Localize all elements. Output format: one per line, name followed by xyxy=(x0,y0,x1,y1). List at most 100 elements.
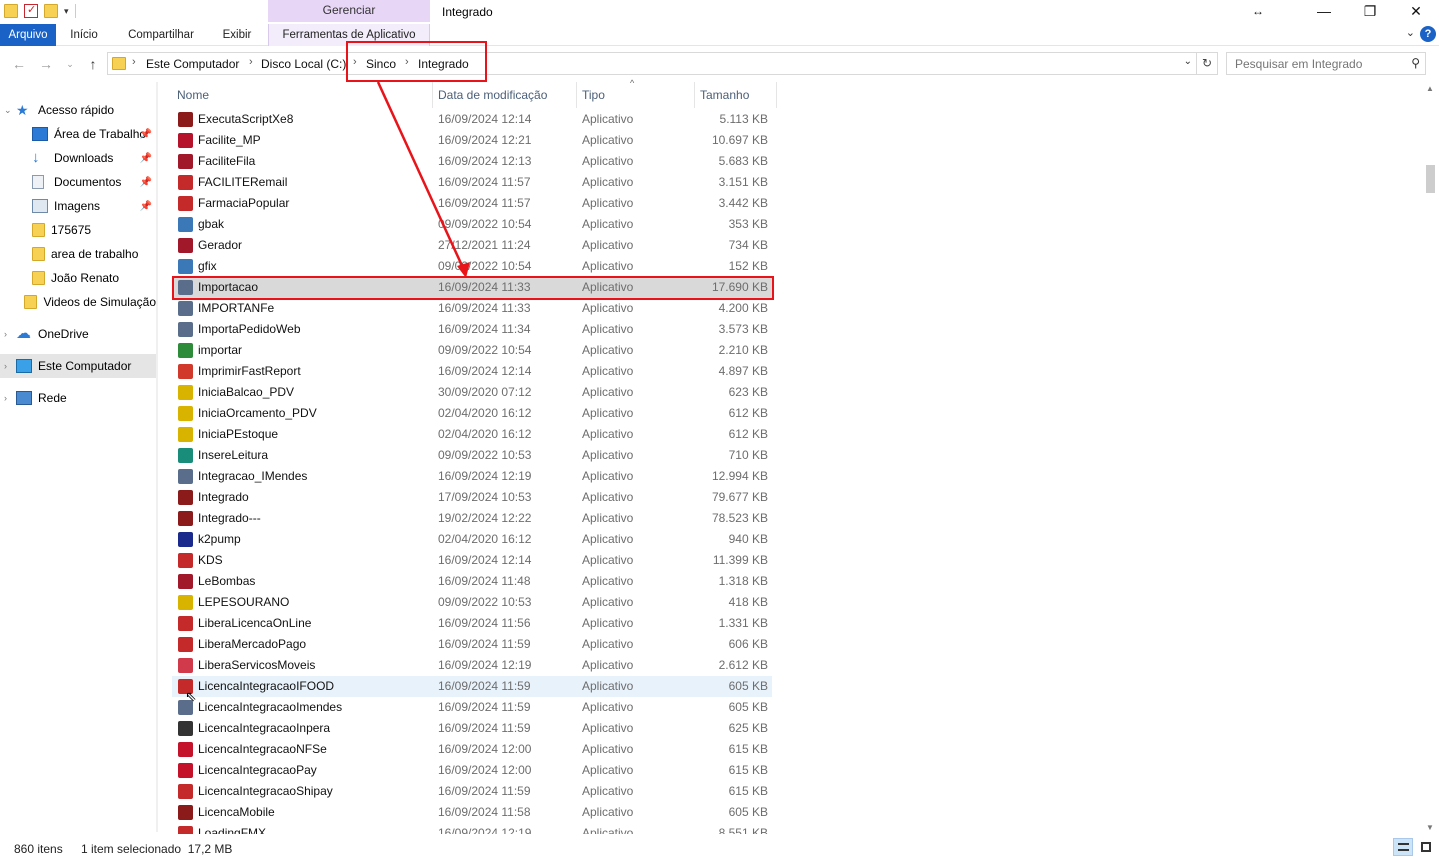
nav-item-imagens[interactable]: Imagens 📌 xyxy=(0,194,156,218)
tab-exibir[interactable]: Exibir xyxy=(214,24,260,46)
file-row[interactable]: KDS 16/09/2024 12:14 Aplicativo 11.399 KB xyxy=(172,550,772,571)
close-button[interactable]: ✕ xyxy=(1393,0,1439,24)
large-icons-view-button[interactable] xyxy=(1416,838,1436,856)
file-row[interactable]: FaciliteFila 16/09/2024 12:13 Aplicativo 5.… xyxy=(172,151,772,172)
file-row[interactable]: InsereLeitura 09/09/2022 10:53 Aplicativo 7… xyxy=(172,445,772,466)
nav-item-este-computador[interactable]: › Este Computador xyxy=(0,354,156,378)
new-folder-icon[interactable] xyxy=(44,4,58,18)
help-icon[interactable]: ? xyxy=(1420,26,1436,42)
file-row[interactable]: IMPORTANFe 16/09/2024 11:33 Aplicativo 4.20… xyxy=(172,298,772,319)
expand-icon[interactable]: › xyxy=(4,361,16,371)
nav-item-documentos[interactable]: Documentos 📌 xyxy=(0,170,156,194)
back-button[interactable]: ← xyxy=(9,54,29,74)
scrollbar-thumb[interactable] xyxy=(1426,165,1435,193)
nav-item-videos-de-simulacao[interactable]: Videos de Simulação xyxy=(0,290,156,314)
nav-item-acesso-rapido[interactable]: ⌄ ★ Acesso rápido xyxy=(0,98,156,122)
file-row[interactable]: Importacao 16/09/2024 11:33 Aplicativo 17.6… xyxy=(172,277,772,298)
properties-icon[interactable]: ✓ xyxy=(24,4,38,18)
breadcrumb-este-computador[interactable]: Este Computador xyxy=(146,57,239,71)
minimize-button[interactable]: — xyxy=(1301,0,1347,24)
recent-locations-icon[interactable]: ⌄ xyxy=(60,54,80,74)
vertical-scrollbar[interactable]: ▲ ▼ xyxy=(1422,82,1439,834)
breadcrumb-integrado[interactable]: Integrado xyxy=(418,57,469,71)
file-row[interactable]: LiberaMercadoPago 16/09/2024 11:59 Aplicat… xyxy=(172,634,772,655)
nav-item-175675[interactable]: 175675 xyxy=(0,218,156,242)
expand-icon[interactable]: › xyxy=(4,329,16,339)
breadcrumb-disco-local[interactable]: Disco Local (C:) xyxy=(261,57,346,71)
nav-item-area-de-trabalho[interactable]: Área de Trabalho 📌 xyxy=(0,122,156,146)
pin-icon[interactable]: 📌 xyxy=(140,153,152,164)
column-header-name[interactable]: Nome xyxy=(172,82,433,108)
search-input[interactable] xyxy=(1235,53,1405,74)
tab-compartilhar[interactable]: Compartilhar xyxy=(118,24,204,46)
breadcrumb-separator: › xyxy=(132,56,136,68)
collapse-ribbon-icon[interactable]: ⌄ xyxy=(1406,26,1415,39)
file-row[interactable]: gfix 09/09/2022 10:54 Aplicativo 152 KB xyxy=(172,256,772,277)
status-bar: 860 itens 1 item selecionado 17,2 MB xyxy=(0,836,1439,860)
file-row[interactable]: LoadingFMX 16/09/2024 12:19 Aplicativo 8.55… xyxy=(172,823,772,834)
file-row[interactable]: LiberaLicencaOnLine 16/09/2024 11:56 Aplic… xyxy=(172,613,772,634)
file-name: LicencaIntegracaoIFOOD xyxy=(198,679,335,693)
file-row[interactable]: Facilite_MP 16/09/2024 12:21 Aplicativo 10.… xyxy=(172,130,772,151)
refresh-button[interactable]: ↻ xyxy=(1197,52,1218,75)
forward-button[interactable]: → xyxy=(36,54,56,74)
file-row[interactable]: Integrado 17/09/2024 10:53 Aplicativo 79.67… xyxy=(172,487,772,508)
search-box[interactable]: ⚲ xyxy=(1226,52,1426,75)
customize-toolbar-icon[interactable]: ▾ xyxy=(64,6,69,17)
maximize-button[interactable]: ❐ xyxy=(1347,0,1393,24)
file-row[interactable]: Integrado--- 19/02/2024 12:22 Aplicativo 78… xyxy=(172,508,772,529)
file-row[interactable]: IniciaBalcao_PDV 30/09/2020 07:12 Aplicati… xyxy=(172,382,772,403)
file-row[interactable]: LicencaIntegracaoImendes 16/09/2024 11:59… xyxy=(172,697,772,718)
file-row[interactable]: LicencaMobile 16/09/2024 11:58 Aplicativo 6… xyxy=(172,802,772,823)
quick-access-toolbar: ✓ ▾ xyxy=(4,4,76,18)
file-row[interactable]: IniciaPEstoque 02/04/2020 16:12 Aplicativo… xyxy=(172,424,772,445)
address-dropdown-icon[interactable]: ⌄ xyxy=(1184,56,1192,67)
nav-item-area-de-trabalho-folder[interactable]: area de trabalho xyxy=(0,242,156,266)
tab-ferramentas-de-aplicativo[interactable]: Ferramentas de Aplicativo xyxy=(268,24,430,46)
nav-scrollbar[interactable] xyxy=(156,82,158,832)
column-header-type[interactable]: Tipo xyxy=(577,82,695,108)
up-button[interactable]: ↑ xyxy=(83,54,103,74)
file-date: 16/09/2024 11:56 xyxy=(438,616,531,630)
file-row[interactable]: FarmaciaPopular 16/09/2024 11:57 Aplicativ… xyxy=(172,193,772,214)
file-row[interactable]: ImportaPedidoWeb 16/09/2024 11:34 Aplicati… xyxy=(172,319,772,340)
file-row[interactable]: LeBombas 16/09/2024 11:48 Aplicativo 1.318 … xyxy=(172,571,772,592)
file-row[interactable]: ImprimirFastReport 16/09/2024 12:14 Aplica… xyxy=(172,361,772,382)
nav-item-downloads[interactable]: ↓ Downloads 📌 xyxy=(0,146,156,170)
tab-inicio[interactable]: Início xyxy=(62,24,106,46)
file-row[interactable]: LicencaIntegracaoPay 16/09/2024 12:00 Apli… xyxy=(172,760,772,781)
file-row[interactable]: LiberaServicosMoveis 16/09/2024 12:19 Apli… xyxy=(172,655,772,676)
ribbon-tabs: Arquivo Início Compartilhar Exibir Ferra… xyxy=(0,24,1439,46)
nav-item-joao-renato[interactable]: João Renato xyxy=(0,266,156,290)
pin-icon[interactable]: 📌 xyxy=(140,201,152,212)
file-row[interactable]: ExecutaScriptXe8 16/09/2024 12:14 Aplicati… xyxy=(172,109,772,130)
column-header-date[interactable]: Data de modificação xyxy=(433,82,577,108)
nav-item-rede[interactable]: › Rede xyxy=(0,386,156,410)
expand-icon[interactable]: ⌄ xyxy=(4,105,16,116)
file-row[interactable]: LicencaIntegracaoShipay 16/09/2024 11:59 A… xyxy=(172,781,772,802)
nav-item-onedrive[interactable]: › ☁ OneDrive xyxy=(0,322,156,346)
file-row[interactable]: importar 09/09/2022 10:54 Aplicativo 2.210 … xyxy=(172,340,772,361)
folder-icon[interactable] xyxy=(4,4,18,18)
pin-icon[interactable]: 📌 xyxy=(140,129,152,140)
file-row[interactable]: LicencaIntegracaoInpera 16/09/2024 11:59 A… xyxy=(172,718,772,739)
file-row[interactable]: LicencaIntegracaoNFSe 16/09/2024 12:00 Apl… xyxy=(172,739,772,760)
tab-arquivo[interactable]: Arquivo xyxy=(0,24,56,46)
file-row[interactable]: FACILITERemail 16/09/2024 11:57 Aplicativo… xyxy=(172,172,772,193)
file-row[interactable]: Integracao_IMendes 16/09/2024 12:19 Aplica… xyxy=(172,466,772,487)
breadcrumb-sinco[interactable]: Sinco xyxy=(366,57,396,71)
file-row[interactable]: LicencaIntegracaoIFOOD 16/09/2024 11:59 Ap… xyxy=(172,676,772,697)
scroll-down-icon[interactable]: ▼ xyxy=(1426,823,1434,832)
expand-icon[interactable]: › xyxy=(4,393,16,403)
file-row[interactable]: k2pump 02/04/2020 16:12 Aplicativo 940 KB xyxy=(172,529,772,550)
pin-icon[interactable]: 📌 xyxy=(140,177,152,188)
address-bar[interactable]: › Este Computador › Disco Local (C:) › S… xyxy=(107,52,1197,75)
file-row[interactable]: IniciaOrcamento_PDV 02/04/2020 16:12 Aplic… xyxy=(172,403,772,424)
column-header-size[interactable]: Tamanho xyxy=(695,82,777,108)
file-date: 16/09/2024 12:21 xyxy=(438,133,532,147)
scroll-up-icon[interactable]: ▲ xyxy=(1426,84,1434,93)
file-row[interactable]: Gerador 27/12/2021 11:24 Aplicativo 734 KB xyxy=(172,235,772,256)
details-view-button[interactable] xyxy=(1393,838,1413,856)
file-row[interactable]: LEPESOURANO 09/09/2022 10:53 Aplicativo 418… xyxy=(172,592,772,613)
file-row[interactable]: gbak 09/09/2022 10:54 Aplicativo 353 KB xyxy=(172,214,772,235)
